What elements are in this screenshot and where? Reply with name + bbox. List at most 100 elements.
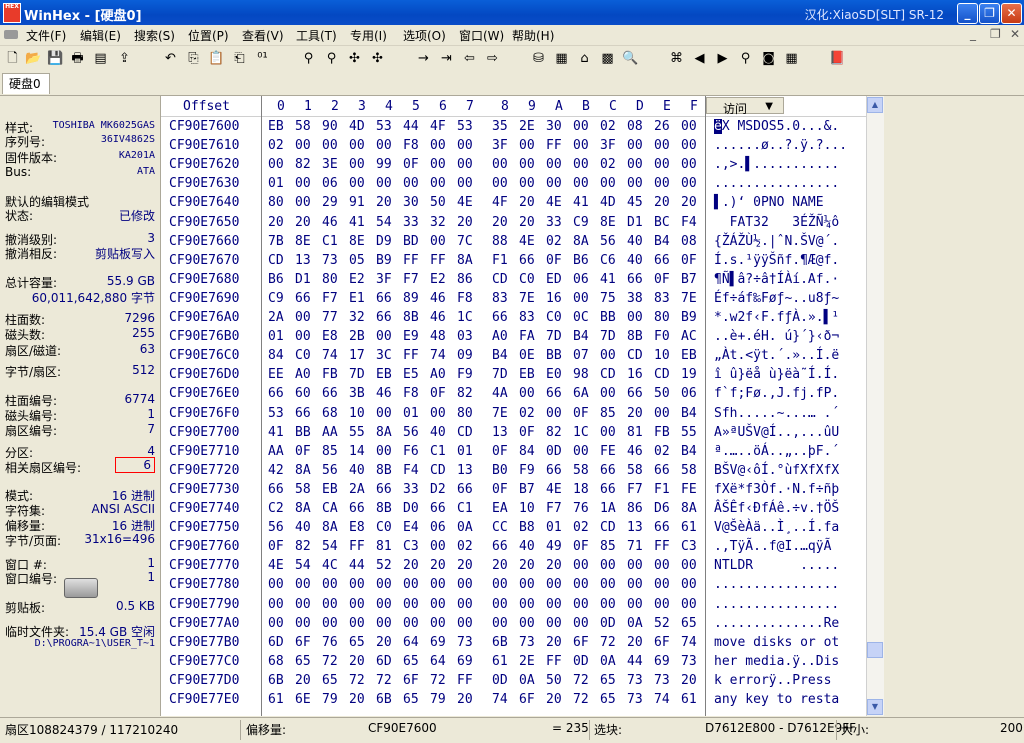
hex-byte[interactable]: 00 bbox=[627, 138, 643, 153]
hex-byte[interactable]: 4D bbox=[600, 195, 616, 210]
hex-byte[interactable]: 74 bbox=[430, 348, 446, 363]
hex-byte[interactable]: 00 bbox=[627, 310, 643, 325]
hex-byte[interactable]: 00 bbox=[403, 176, 419, 191]
hex-byte[interactable]: 00 bbox=[600, 558, 616, 573]
mdi-restore-icon[interactable]: ❐ bbox=[990, 27, 1001, 41]
hex-byte[interactable]: 13 bbox=[492, 425, 508, 440]
hex-byte[interactable]: 90 bbox=[322, 119, 338, 134]
ascii-text[interactable]: ......ø..?.ÿ.?... bbox=[714, 138, 847, 153]
hex-byte[interactable]: FF bbox=[546, 654, 562, 669]
hex-byte[interactable]: 20 bbox=[681, 195, 697, 210]
hex-byte[interactable]: BB bbox=[600, 310, 616, 325]
hex-byte[interactable]: 41 bbox=[268, 425, 284, 440]
hex-byte[interactable]: 02 bbox=[457, 539, 473, 554]
hex-byte[interactable]: 01 bbox=[546, 520, 562, 535]
hex-byte[interactable]: E5 bbox=[403, 367, 419, 382]
hex-byte[interactable]: 0F bbox=[573, 539, 589, 554]
hex-byte[interactable]: 61 bbox=[681, 520, 697, 535]
hex-byte[interactable]: 20 bbox=[457, 692, 473, 707]
hex-byte[interactable]: 00 bbox=[349, 597, 365, 612]
hex-byte[interactable]: 82 bbox=[295, 157, 311, 172]
hex-byte[interactable]: 74 bbox=[492, 692, 508, 707]
hex-byte[interactable]: 8A bbox=[376, 425, 392, 440]
hex-byte[interactable]: 83 bbox=[519, 310, 535, 325]
hex-byte[interactable]: 0F bbox=[519, 425, 535, 440]
hex-byte[interactable]: 00 bbox=[295, 597, 311, 612]
hex-byte[interactable]: 02 bbox=[600, 157, 616, 172]
menu-item[interactable]: 搜索(S) bbox=[134, 27, 175, 44]
hex-byte[interactable]: 00 bbox=[430, 406, 446, 421]
ascii-text[interactable]: ................ bbox=[714, 577, 839, 592]
hex-byte[interactable]: 20 bbox=[519, 195, 535, 210]
menu-item[interactable]: 帮助(H) bbox=[512, 27, 554, 44]
hex-byte[interactable]: 79 bbox=[430, 692, 446, 707]
hex-byte[interactable]: 00 bbox=[322, 616, 338, 631]
hex-byte[interactable]: 00 bbox=[430, 234, 446, 249]
prev-icon[interactable]: ◀ bbox=[691, 50, 708, 67]
hex-byte[interactable]: 00 bbox=[430, 157, 446, 172]
hex-byte[interactable]: 06 bbox=[322, 176, 338, 191]
hex-byte[interactable]: CD bbox=[430, 463, 446, 478]
hex-byte[interactable]: 42 bbox=[268, 463, 284, 478]
hex-byte[interactable]: 32 bbox=[349, 310, 365, 325]
hex-byte[interactable]: 6B bbox=[492, 635, 508, 650]
hex-byte[interactable]: 00 bbox=[349, 577, 365, 592]
hex-byte[interactable]: 00 bbox=[376, 406, 392, 421]
hex-byte[interactable]: 83 bbox=[492, 291, 508, 306]
hex-byte[interactable]: 75 bbox=[600, 291, 616, 306]
hex-byte[interactable]: FE bbox=[681, 482, 697, 497]
menu-item[interactable]: 工具(T) bbox=[296, 27, 337, 44]
hex-byte[interactable]: 00 bbox=[457, 577, 473, 592]
mdi-close-icon[interactable]: ✕ bbox=[1010, 27, 1020, 41]
hex-byte[interactable]: 20 bbox=[546, 558, 562, 573]
properties-icon[interactable]: ▤ bbox=[92, 50, 109, 67]
hex-byte[interactable]: 02 bbox=[268, 138, 284, 153]
disk-editor-icon[interactable]: ⛁ bbox=[530, 50, 547, 67]
tools-icon[interactable]: ⌂ bbox=[576, 50, 593, 67]
hex-byte[interactable]: B9 bbox=[376, 253, 392, 268]
hex-byte[interactable]: 20 bbox=[681, 673, 697, 688]
hex-byte[interactable]: 30 bbox=[403, 195, 419, 210]
hex-byte[interactable]: 01 bbox=[403, 406, 419, 421]
menu-item[interactable]: 文件(F) bbox=[26, 27, 66, 44]
hex-byte[interactable]: 00 bbox=[376, 138, 392, 153]
hex-byte[interactable]: 66 bbox=[654, 520, 670, 535]
hex-byte[interactable]: 33 bbox=[403, 215, 419, 230]
hex-byte[interactable]: 80 bbox=[268, 195, 284, 210]
hex-byte[interactable]: 53 bbox=[457, 119, 473, 134]
disk-menu-icon[interactable] bbox=[4, 30, 18, 39]
hex-byte[interactable]: 32 bbox=[430, 215, 446, 230]
hex-byte[interactable]: FF bbox=[546, 138, 562, 153]
hex-byte[interactable]: 8B bbox=[376, 501, 392, 516]
hex-byte[interactable]: 40 bbox=[627, 234, 643, 249]
hex-byte[interactable]: B7 bbox=[681, 272, 697, 287]
hex-byte[interactable]: 00 bbox=[322, 597, 338, 612]
hex-byte[interactable]: 29 bbox=[322, 195, 338, 210]
hex-byte[interactable]: 00 bbox=[430, 176, 446, 191]
access-icon[interactable]: ⌘ bbox=[668, 50, 685, 67]
hex-byte[interactable]: BB bbox=[295, 425, 311, 440]
hex-byte[interactable]: 00 bbox=[600, 425, 616, 440]
hex-byte[interactable]: 20 bbox=[627, 635, 643, 650]
hex-byte[interactable]: EB bbox=[322, 482, 338, 497]
hex-byte[interactable]: 52 bbox=[654, 616, 670, 631]
hex-byte[interactable]: 0F bbox=[403, 157, 419, 172]
table-icon[interactable]: ▦ bbox=[783, 50, 800, 67]
hex-byte[interactable]: 00 bbox=[546, 577, 562, 592]
hex-byte[interactable]: C0 bbox=[546, 310, 562, 325]
hex-byte[interactable]: 56 bbox=[600, 234, 616, 249]
hex-byte[interactable]: E8 bbox=[322, 329, 338, 344]
ascii-text[interactable]: ..............Re bbox=[714, 616, 839, 631]
hex-byte[interactable]: F6 bbox=[403, 444, 419, 459]
hex-byte[interactable]: 00 bbox=[322, 138, 338, 153]
hex-byte[interactable]: 8A bbox=[295, 463, 311, 478]
hex-byte[interactable]: 54 bbox=[295, 558, 311, 573]
hex-byte[interactable]: C0 bbox=[519, 272, 535, 287]
mdi-minimize-icon[interactable]: _ bbox=[970, 27, 976, 41]
hex-byte[interactable]: 7D bbox=[349, 367, 365, 382]
hex-byte[interactable]: C3 bbox=[403, 539, 419, 554]
undo-icon[interactable]: ↶ bbox=[162, 50, 179, 67]
hex-byte[interactable]: 40 bbox=[430, 425, 446, 440]
hex-byte[interactable]: 6D bbox=[376, 654, 392, 669]
hex-byte[interactable]: CD bbox=[268, 253, 284, 268]
